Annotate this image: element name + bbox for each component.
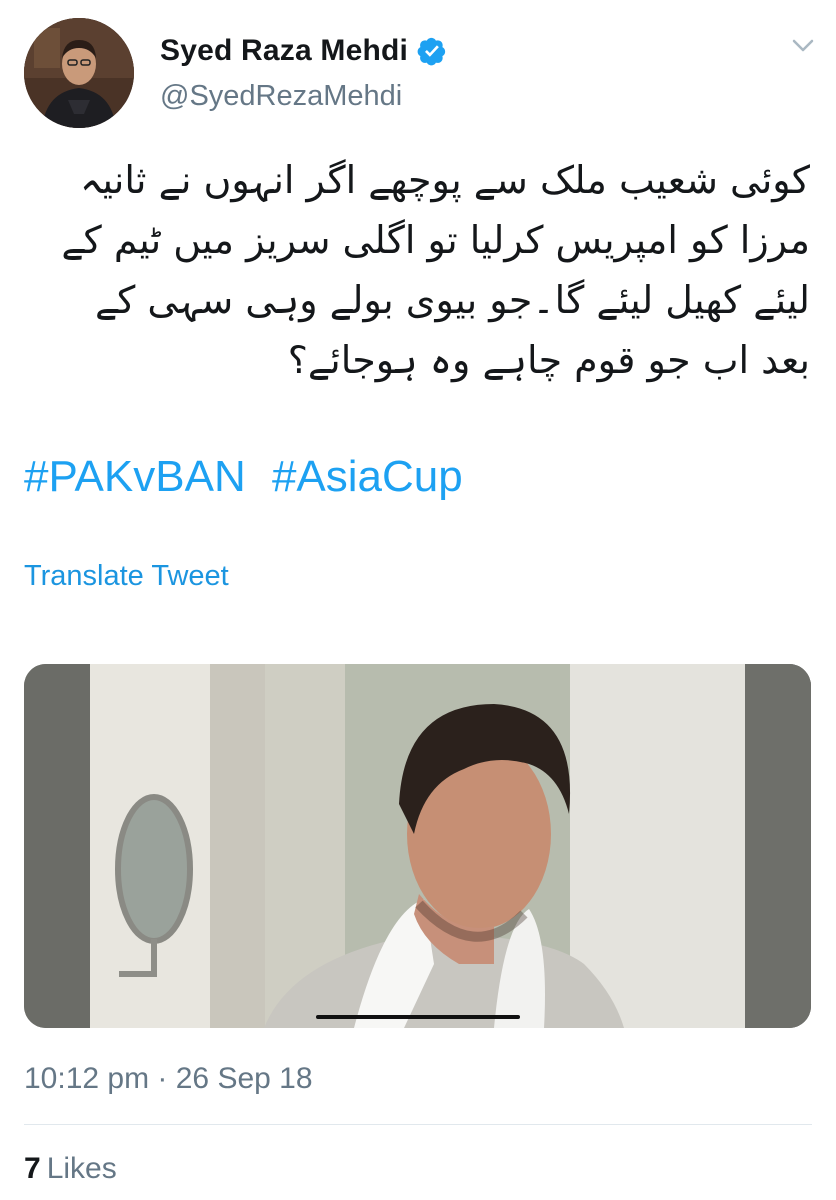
chevron-down-icon[interactable] <box>792 38 814 54</box>
video-progress-bar[interactable] <box>316 1015 520 1019</box>
hashtags: #PAKvBAN #AsiaCup <box>24 452 477 502</box>
tweet-detail: Syed Raza Mehdi @SyedRezaMehdi کوئی شعیب… <box>0 0 836 1200</box>
tweet-video[interactable] <box>24 664 811 1028</box>
author-display-name[interactable]: Syed Raza Mehdi <box>160 34 408 68</box>
avatar-image <box>24 18 134 128</box>
likes-count[interactable]: 7 Likes <box>24 1152 117 1186</box>
likes-number: 7 <box>24 1152 41 1185</box>
tweet-timestamp: 10:12 pm · 26 Sep 18 <box>24 1062 313 1095</box>
translate-tweet-link[interactable]: Translate Tweet <box>24 560 229 593</box>
video-frame <box>24 664 811 1028</box>
verified-badge-icon <box>417 37 446 66</box>
avatar[interactable] <box>24 18 134 128</box>
tweet-text: کوئی شعیب ملک سے پوچھے اگر انہوں نے ثانی… <box>61 158 810 382</box>
author-handle[interactable]: @SyedRezaMehdi <box>160 80 402 113</box>
author-name-row[interactable]: Syed Raza Mehdi <box>160 34 447 68</box>
hashtag-link[interactable]: #AsiaCup <box>272 452 463 501</box>
divider <box>24 1124 812 1125</box>
hashtag-link[interactable]: #PAKvBAN <box>24 452 246 501</box>
likes-label: Likes <box>46 1152 117 1185</box>
